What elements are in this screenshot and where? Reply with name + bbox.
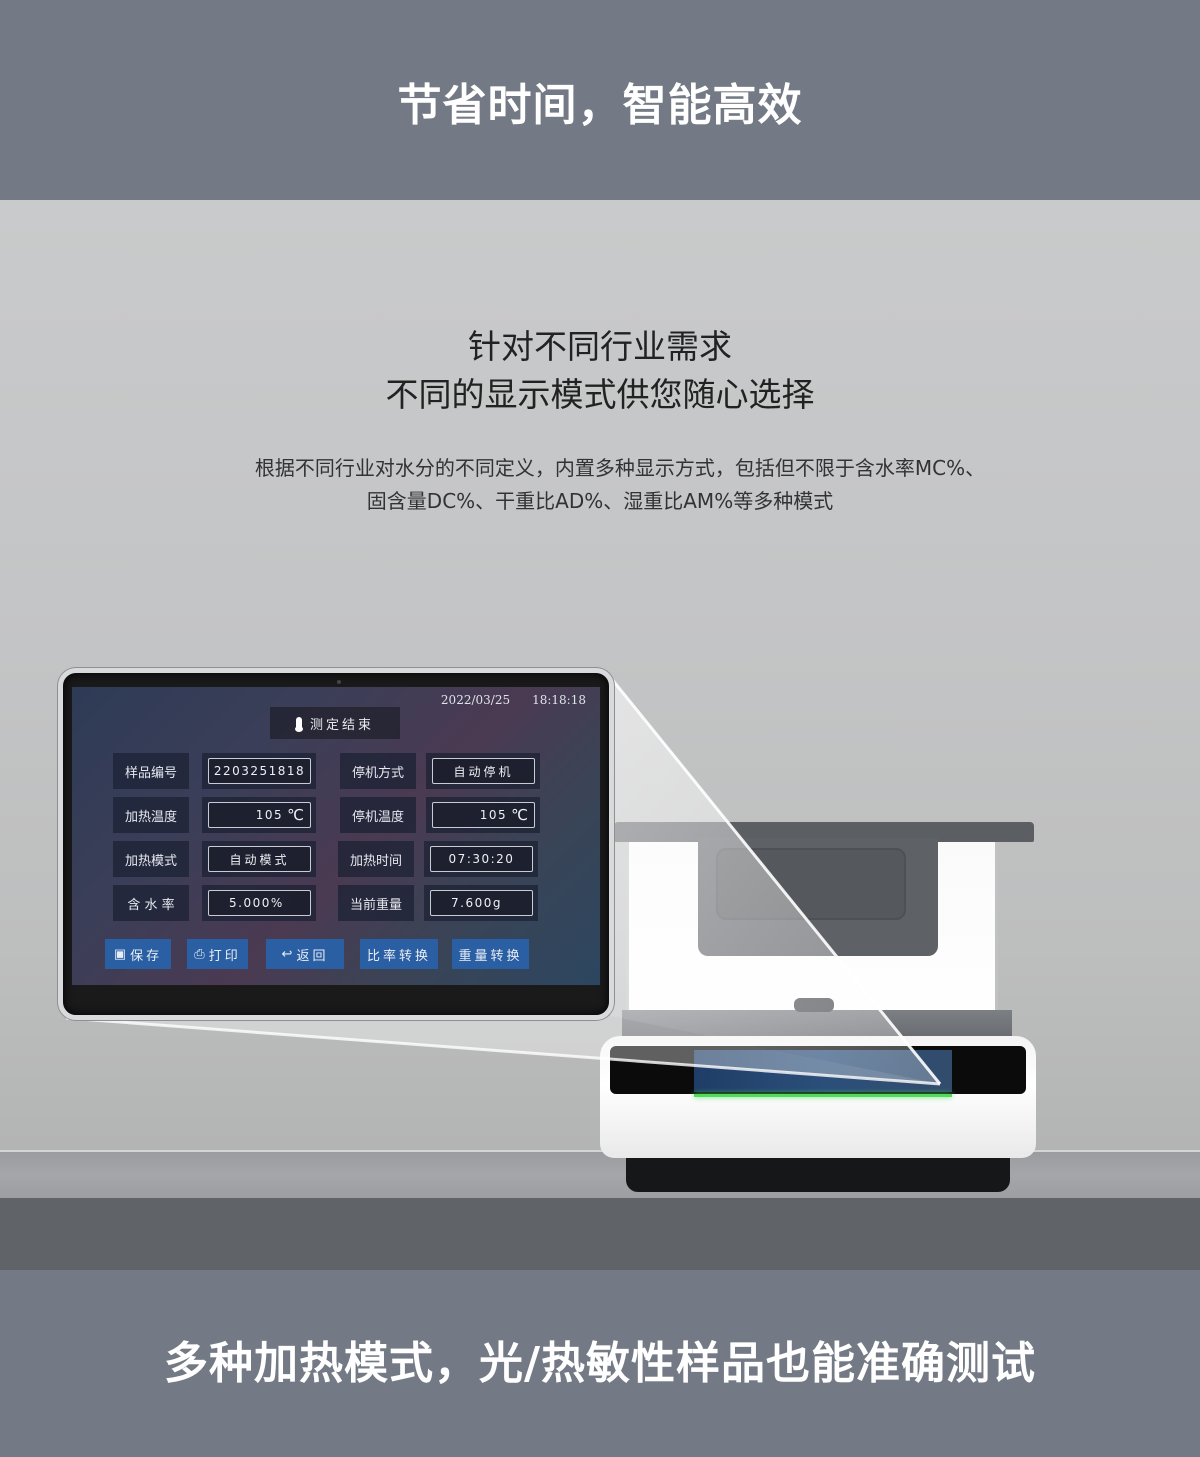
subtitle-line-1: 针对不同行业需求 bbox=[468, 327, 732, 366]
back-arrow-icon: ↩ bbox=[281, 946, 293, 961]
bottom-banner: 多种加热模式，光/热敏性样品也能准确测试 bbox=[0, 1270, 1200, 1457]
current-weight-value: 7.600g bbox=[430, 890, 533, 916]
field-current-weight: 7.600g bbox=[424, 885, 538, 921]
ratio-convert-button[interactable]: 比率转换 bbox=[360, 939, 438, 969]
date-text: 2022/03/25 bbox=[440, 693, 511, 707]
label-heating-mode: 加热模式 bbox=[113, 841, 189, 877]
field-stop-mode: 自动停机 bbox=[426, 753, 540, 789]
display-screen: 2022/03/25 18:18:18 测定结束 样品编号 2203251818 … bbox=[72, 687, 600, 985]
label-heating-time: 加热时间 bbox=[338, 841, 414, 877]
top-banner: 节省时间，智能高效 bbox=[0, 0, 1200, 200]
moisture-rate-value: 5.000% bbox=[208, 890, 311, 916]
save-icon: ▣ bbox=[113, 946, 127, 961]
stop-temp-input[interactable]: 105 ℃ bbox=[432, 802, 535, 828]
subtitle-line-2: 不同的显示模式供您随心选择 bbox=[385, 375, 815, 414]
field-heating-time: 07:30:20 bbox=[424, 841, 538, 877]
status-light-strip bbox=[694, 1094, 952, 1097]
heating-temp-unit: ℃ bbox=[287, 806, 304, 824]
field-sample-id: 2203251818 bbox=[202, 753, 316, 789]
heating-temp-value: 105 bbox=[255, 808, 284, 822]
stop-temp-value: 105 bbox=[479, 808, 508, 822]
device-screen bbox=[694, 1050, 952, 1092]
field-stop-temp: 105 ℃ bbox=[426, 797, 540, 833]
field-moisture-rate: 5.000% bbox=[202, 885, 316, 921]
field-heating-temp: 105 ℃ bbox=[202, 797, 316, 833]
next-section-title: 多种加热模式，光/热敏性样品也能准确测试 bbox=[163, 1337, 1037, 1389]
thermometer-icon bbox=[294, 716, 303, 732]
heating-mode-select[interactable]: 自动模式 bbox=[208, 846, 311, 872]
save-button[interactable]: ▣ 保存 bbox=[105, 939, 171, 969]
print-label: 打印 bbox=[208, 947, 241, 963]
field-heating-mode: 自动模式 bbox=[202, 841, 316, 877]
description-line-2: 固含量DC%、干重比AD%、湿重比AM%等多种模式 bbox=[366, 489, 834, 513]
stop-temp-unit: ℃ bbox=[511, 806, 528, 824]
camera-dot bbox=[337, 680, 341, 684]
label-moisture-rate: 含 水 率 bbox=[113, 885, 189, 921]
weight-convert-label: 重量转换 bbox=[458, 947, 523, 963]
zoomed-display: 2022/03/25 18:18:18 测定结束 样品编号 2203251818 … bbox=[58, 668, 614, 1020]
device-lid-window bbox=[716, 848, 906, 920]
label-stop-temp: 停机温度 bbox=[340, 797, 416, 833]
heating-time-input[interactable]: 07:30:20 bbox=[430, 846, 533, 872]
printer-icon: ⎙ bbox=[194, 946, 205, 961]
status-text: 测定结束 bbox=[309, 717, 374, 733]
datetime-readout: 2022/03/25 18:18:18 bbox=[441, 693, 586, 707]
shelf-front bbox=[0, 1198, 1200, 1270]
sample-id-input[interactable]: 2203251818 bbox=[208, 758, 311, 784]
save-label: 保存 bbox=[130, 947, 163, 963]
label-sample-id: 样品编号 bbox=[113, 753, 189, 789]
section-title: 节省时间，智能高效 bbox=[397, 80, 803, 131]
label-heating-temp: 加热温度 bbox=[113, 797, 189, 833]
device-feet bbox=[626, 1152, 1010, 1192]
description-line-1: 根据不同行业对水分的不同定义，内置多种显示方式，包括但不限于含水率MC%、 bbox=[254, 456, 986, 480]
status-badge: 测定结束 bbox=[270, 707, 400, 739]
print-button[interactable]: ⎙ 打印 bbox=[187, 939, 248, 969]
back-label: 返回 bbox=[296, 947, 329, 963]
label-stop-mode: 停机方式 bbox=[340, 753, 416, 789]
moisture-analyzer-device bbox=[598, 818, 1038, 1198]
back-button[interactable]: ↩ 返回 bbox=[266, 939, 344, 969]
label-current-weight: 当前重量 bbox=[338, 885, 414, 921]
sample-pan bbox=[794, 998, 834, 1012]
time-text: 18:18:18 bbox=[532, 693, 586, 707]
ratio-convert-label: 比率转换 bbox=[366, 947, 431, 963]
stop-mode-select[interactable]: 自动停机 bbox=[432, 758, 535, 784]
weight-convert-button[interactable]: 重量转换 bbox=[452, 939, 529, 969]
heating-temp-input[interactable]: 105 ℃ bbox=[208, 802, 311, 828]
